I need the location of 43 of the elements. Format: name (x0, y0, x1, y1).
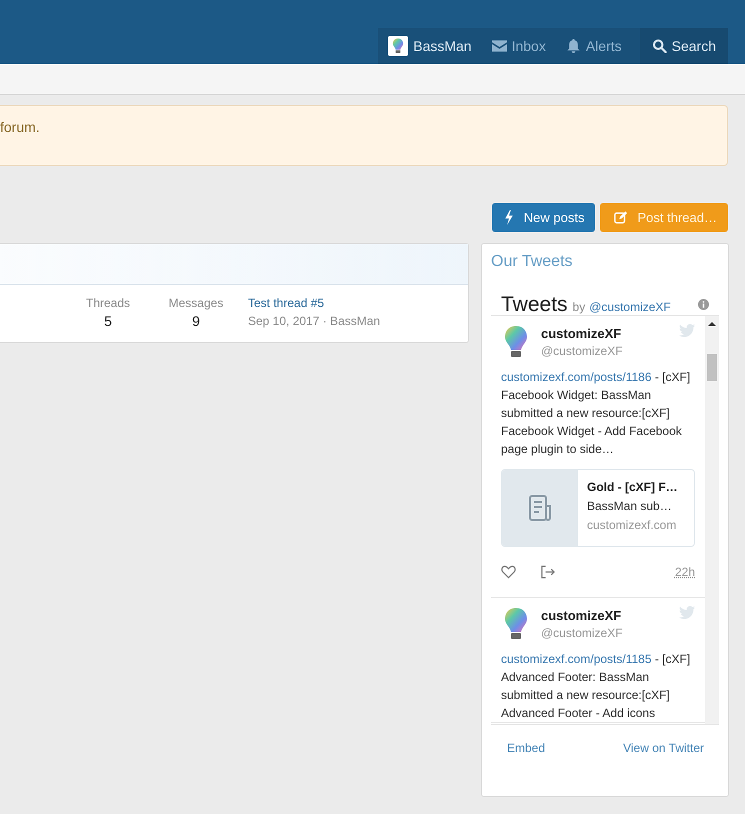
by-text: by (572, 300, 586, 314)
scrollbar-thumb[interactable] (707, 354, 717, 381)
tweet-text: customizexf.com/posts/1186 - [cXF] Facebook Widget: BassMan submitted a new resource:[cXF] Facebook Widget - Add Facebook page plugin to side… (501, 369, 692, 458)
envelope-icon (492, 39, 507, 53)
post-meta: Sep 10, 2017 · BassMan (248, 314, 382, 328)
stat-value: 9 (192, 313, 200, 329)
tweet-handle: @customizeXF (541, 344, 623, 358)
scrollbar[interactable] (705, 316, 719, 724)
tweet-text: customizexf.com/posts/1185 - [cXF] Advanced Footer: BassMan submitted a new resource:[cXF] Advanced Footer - Add icons (501, 651, 692, 722)
tweet-handle: @customizeXF (541, 626, 623, 640)
notice-text: forum. (0, 119, 40, 135)
card-summary: BassMan sub… (587, 499, 673, 513)
user-link[interactable]: BassMan (378, 28, 482, 64)
card-domain: customizexf.com (587, 518, 678, 532)
stat-label: Messages (168, 296, 224, 310)
handle-link[interactable]: @customizeXF (589, 300, 671, 314)
info-icon[interactable] (698, 298, 709, 310)
stat-value: 5 (104, 313, 112, 329)
bird-icon (679, 606, 695, 619)
stat-label: Threads (86, 296, 130, 310)
search-icon (652, 39, 667, 53)
search-link[interactable]: Search (640, 28, 728, 64)
card-title: Gold - [cXF] F… (587, 480, 678, 494)
timeline-title: Tweets (501, 293, 568, 317)
edit-icon (614, 210, 628, 225)
new-posts-button[interactable]: New posts (492, 203, 594, 232)
heart-icon[interactable] (501, 565, 516, 579)
bird-icon (679, 324, 695, 337)
tweet-link[interactable]: customizexf.com/posts/1186 (501, 370, 652, 384)
widget-title: Our Tweets (491, 253, 574, 271)
embed-link[interactable]: Embed (507, 741, 546, 755)
link-card[interactable]: Gold - [cXF] F… BassMan sub… customizexf.com (501, 469, 695, 547)
tweet-author: customizeXF (541, 608, 622, 623)
alerts-link[interactable]: Alerts (556, 28, 632, 64)
bell-icon (566, 39, 581, 53)
tweet-author: customizeXF (541, 326, 622, 341)
share-icon[interactable] (540, 565, 555, 579)
view-on-twitter-link[interactable]: View on Twitter (623, 741, 704, 755)
thread-link[interactable]: Test thread #5 (248, 296, 468, 310)
tweet-link[interactable]: customizexf.com/posts/1185 (501, 652, 652, 666)
scroll-up-icon[interactable] (708, 321, 716, 327)
inbox-link[interactable]: Inbox (482, 28, 556, 64)
tweet-time[interactable]: 22h (674, 565, 695, 579)
